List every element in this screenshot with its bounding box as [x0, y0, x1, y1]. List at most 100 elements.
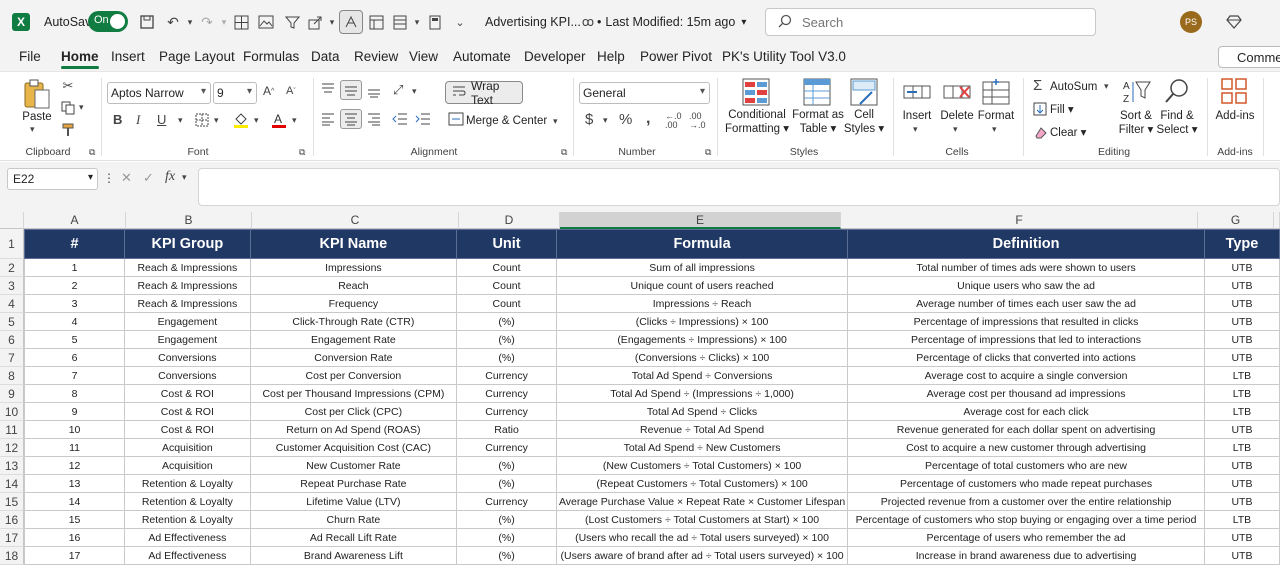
header-number[interactable]: # [23, 229, 126, 259]
font-size-select[interactable]: 9 ▾ [213, 82, 257, 104]
cell-type[interactable]: UTB [1203, 276, 1280, 295]
paste-dropdown-icon[interactable]: ▾ [30, 124, 35, 135]
format-dropdown-icon[interactable]: ▾ [992, 124, 997, 135]
row-header[interactable]: 6 [0, 331, 24, 349]
merge-center-button[interactable]: Merge & Center [466, 114, 547, 128]
search-input[interactable] [802, 14, 1082, 30]
borders-icon[interactable] [195, 113, 209, 127]
row-header[interactable]: 9 [0, 385, 24, 403]
currency-dropdown-icon[interactable]: ▾ [603, 115, 608, 126]
cell-styles-icon[interactable] [850, 78, 878, 106]
cell-number[interactable]: 10 [23, 420, 126, 439]
autosum-dropdown-icon[interactable]: ▾ [1104, 81, 1109, 92]
cancel-icon[interactable]: ✕ [121, 170, 132, 186]
cell-unit[interactable]: Currency [456, 384, 557, 403]
cell-type[interactable]: UTB [1203, 348, 1280, 367]
cell-formula[interactable]: (Conversions ÷ Clicks) × 100 [555, 348, 849, 367]
orientation-dropdown-icon[interactable]: ▾ [412, 86, 417, 97]
cell-formula[interactable]: Total Ad Spend ÷ New Customers [555, 438, 849, 457]
cell-unit[interactable]: Count [456, 258, 557, 277]
cell-unit[interactable]: Count [456, 294, 557, 313]
decrease-font-icon[interactable]: Aˇ [286, 85, 296, 97]
cell-kpi-name[interactable]: Lifetime Value (LTV) [249, 492, 458, 511]
cell-type[interactable]: LTB [1203, 402, 1280, 421]
cell-kpi-group[interactable]: Conversions [124, 348, 251, 367]
align-middle-icon[interactable] [340, 80, 362, 100]
row-header[interactable]: 1 [0, 229, 24, 259]
column-header-c[interactable]: C [252, 212, 459, 229]
cell-kpi-name[interactable]: New Customer Rate [249, 456, 458, 475]
delete-button[interactable]: Delete [938, 109, 976, 123]
diamond-icon[interactable] [1224, 12, 1244, 32]
cell-kpi-group[interactable]: Acquisition [124, 456, 251, 475]
column-header-h[interactable] [1274, 212, 1280, 229]
cell-kpi-group[interactable]: Cost & ROI [124, 420, 251, 439]
picture-icon[interactable] [256, 12, 276, 32]
customize-qat-icon[interactable]: ⌄ [450, 12, 470, 32]
cell-kpi-name[interactable]: Conversion Rate [249, 348, 458, 367]
alignment-launcher-icon[interactable]: ⧉ [561, 147, 567, 158]
cell-definition[interactable]: Unique users who saw the ad [847, 276, 1205, 295]
cell-formula[interactable]: (New Customers ÷ Total Customers) × 100 [555, 456, 849, 475]
cell-kpi-name[interactable]: Reach [249, 276, 458, 295]
cell-type[interactable]: UTB [1203, 420, 1280, 439]
cell-kpi-name[interactable]: Cost per Click (CPC) [249, 402, 458, 421]
decrease-decimal-icon[interactable]: .00 →.0 [689, 112, 706, 130]
column-header-f[interactable]: F [841, 212, 1198, 229]
currency-icon[interactable]: $ [585, 111, 593, 128]
insert-button[interactable]: Insert [899, 109, 935, 123]
form-icon[interactable] [366, 12, 386, 32]
row-header[interactable]: 4 [0, 295, 24, 313]
italic-icon[interactable]: I [136, 112, 140, 128]
cell-kpi-group[interactable]: Cost & ROI [124, 384, 251, 403]
cell-unit[interactable]: Currency [456, 438, 557, 457]
tab-insert[interactable]: Insert [111, 49, 145, 64]
tab-automate[interactable]: Automate [453, 49, 511, 64]
header-type[interactable]: Type [1203, 229, 1280, 259]
cell-type[interactable]: UTB [1203, 312, 1280, 331]
bold-icon[interactable]: B [113, 112, 122, 127]
sort-filter-button[interactable]: Sort & Filter ▾ [1116, 109, 1156, 137]
merge-center-icon[interactable] [448, 112, 464, 126]
cell-number[interactable]: 5 [23, 330, 126, 349]
cell-kpi-name[interactable]: Cost per Thousand Impressions (CPM) [249, 384, 458, 403]
font-color-dropdown-icon[interactable]: ▾ [292, 115, 297, 126]
cell-number[interactable]: 16 [23, 528, 126, 547]
tab-help[interactable]: Help [597, 49, 625, 64]
cell-type[interactable]: UTB [1203, 258, 1280, 277]
borders-dropdown-icon[interactable]: ▾ [214, 115, 219, 126]
format-button[interactable]: Format [976, 109, 1016, 123]
enter-icon[interactable]: ✓ [143, 170, 154, 186]
decrease-indent-icon[interactable] [392, 112, 408, 126]
find-select-button[interactable]: Find & Select ▾ [1156, 109, 1198, 137]
cell-type[interactable]: UTB [1203, 456, 1280, 475]
cell-definition[interactable]: Percentage of customers who stop buying … [847, 510, 1205, 529]
cell-formula[interactable]: (Lost Customers ÷ Total Customers at Sta… [555, 510, 849, 529]
cell-unit[interactable]: (%) [456, 312, 557, 331]
header-kpi-name[interactable]: KPI Name [249, 229, 458, 259]
cell-formula[interactable]: Unique count of users reached [555, 276, 849, 295]
cell-formula[interactable]: (Users who recall the ad ÷ Total users s… [555, 528, 849, 547]
cell-formula[interactable]: Sum of all impressions [555, 258, 849, 277]
filter-icon[interactable] [282, 12, 302, 32]
cell-unit[interactable]: Currency [456, 492, 557, 511]
font-launcher-icon[interactable]: ⧉ [299, 147, 305, 158]
align-left-icon[interactable] [320, 112, 336, 126]
cell-kpi-name[interactable]: Engagement Rate [249, 330, 458, 349]
cell-type[interactable]: UTB [1203, 474, 1280, 493]
cell-kpi-group[interactable]: Cost & ROI [124, 402, 251, 421]
row-header[interactable]: 16 [0, 511, 24, 529]
tab-data[interactable]: Data [311, 49, 340, 64]
cell-type[interactable]: LTB [1203, 384, 1280, 403]
format-painter-qat-icon[interactable] [339, 10, 363, 34]
cell-kpi-name[interactable]: Customer Acquisition Cost (CAC) [249, 438, 458, 457]
calculator-icon[interactable] [425, 12, 445, 32]
save-icon[interactable] [137, 12, 157, 32]
underline-icon[interactable]: U [157, 112, 166, 127]
cell-unit[interactable]: Ratio [456, 420, 557, 439]
cell-formula[interactable]: (Users aware of brand after ad ÷ Total u… [555, 546, 849, 565]
cell-number[interactable]: 2 [23, 276, 126, 295]
row-header[interactable]: 3 [0, 277, 24, 295]
select-all-corner[interactable] [0, 212, 24, 229]
cell-kpi-name[interactable]: Impressions [249, 258, 458, 277]
